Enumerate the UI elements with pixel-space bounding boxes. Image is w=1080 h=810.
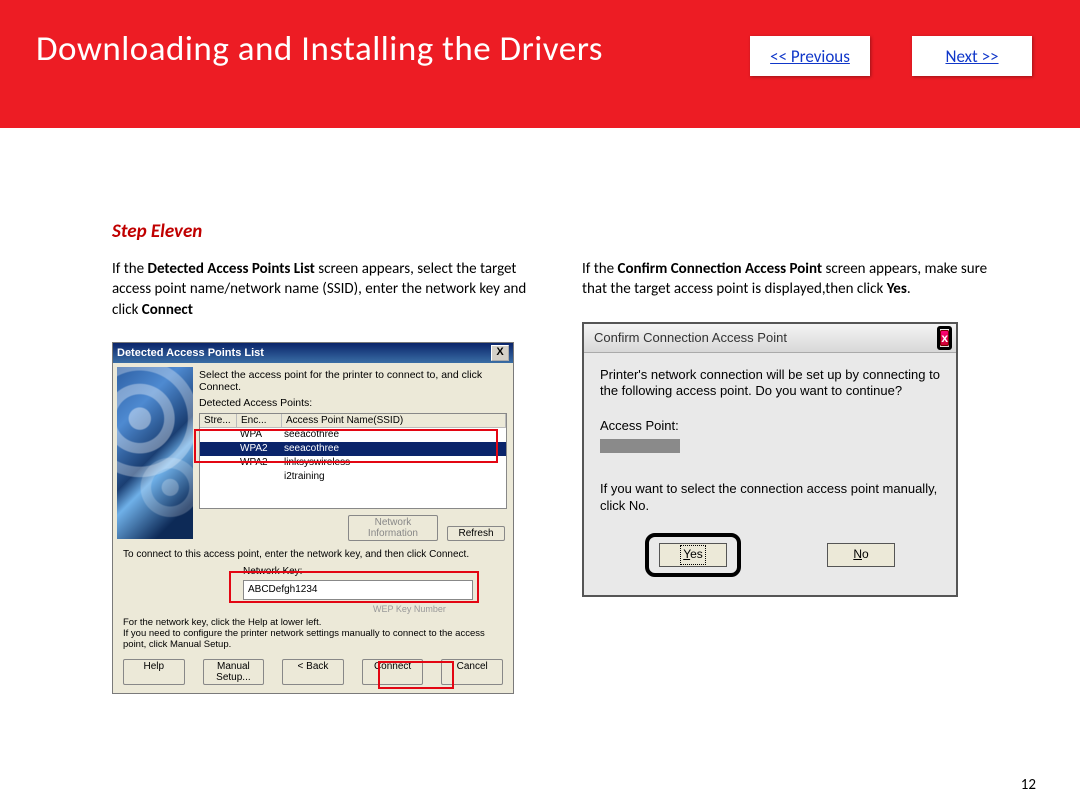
step-heading: Step Eleven bbox=[112, 220, 1010, 243]
highlight-yes: Yes bbox=[645, 533, 741, 577]
yes-button[interactable]: Yes bbox=[659, 543, 727, 567]
access-points-table[interactable]: Stre... Enc... Access Point Name(SSID) W… bbox=[199, 413, 507, 509]
help-button[interactable]: Help bbox=[123, 659, 185, 685]
col-strength: Stre... bbox=[200, 414, 237, 428]
dialog1-title: Detected Access Points List bbox=[117, 347, 264, 359]
dialog2-manual-note: If you want to select the connection acc… bbox=[600, 481, 940, 515]
next-button[interactable]: Next >> bbox=[912, 36, 1032, 76]
left-instruction: If the Detected Access Points List scree… bbox=[112, 259, 540, 320]
connect-instruction: To connect to this access point, enter t… bbox=[123, 549, 503, 560]
dialog1-message: Select the access point for the printer … bbox=[199, 369, 507, 393]
help-note: For the network key, click the Help at l… bbox=[123, 618, 503, 651]
dialog2-message: Printer's network connection will be set… bbox=[600, 367, 940, 401]
prev-button[interactable]: << Previous bbox=[750, 36, 870, 76]
detected-access-points-dialog: Detected Access Points List X Select the… bbox=[112, 342, 514, 694]
confirm-connection-dialog: Confirm Connection Access Point x Printe… bbox=[582, 322, 958, 597]
dialog2-title: Confirm Connection Access Point bbox=[594, 330, 787, 345]
back-button[interactable]: < Back bbox=[282, 659, 344, 685]
access-point-label: Access Point: bbox=[600, 418, 940, 435]
highlight-row bbox=[194, 429, 498, 463]
page-number: 12 bbox=[1021, 776, 1036, 794]
refresh-button[interactable]: Refresh bbox=[447, 526, 505, 541]
col-encryption: Enc... bbox=[237, 414, 282, 428]
right-instruction: If the Confirm Connection Access Point s… bbox=[582, 259, 1010, 300]
network-info-button: Network Information bbox=[348, 515, 438, 541]
list-label: Detected Access Points: bbox=[199, 397, 507, 409]
highlight-network-key bbox=[229, 571, 479, 603]
header-bar: Downloading and Installing the Drivers <… bbox=[0, 0, 1080, 128]
no-button[interactable]: No bbox=[827, 543, 895, 567]
table-row[interactable]: i2training bbox=[200, 470, 506, 484]
manual-setup-button[interactable]: Manual Setup... bbox=[203, 659, 265, 685]
page-title: Downloading and Installing the Drivers bbox=[36, 28, 603, 70]
close-icon[interactable]: X bbox=[491, 345, 509, 361]
highlight-connect-button bbox=[378, 661, 454, 689]
col-ssid: Access Point Name(SSID) bbox=[282, 414, 506, 428]
wifi-graphic bbox=[117, 367, 193, 539]
close-button-frame: x bbox=[937, 326, 952, 350]
access-point-value-redacted bbox=[600, 439, 680, 453]
close-icon[interactable]: x bbox=[940, 330, 949, 346]
wep-key-label: WEP Key Number bbox=[373, 604, 503, 614]
